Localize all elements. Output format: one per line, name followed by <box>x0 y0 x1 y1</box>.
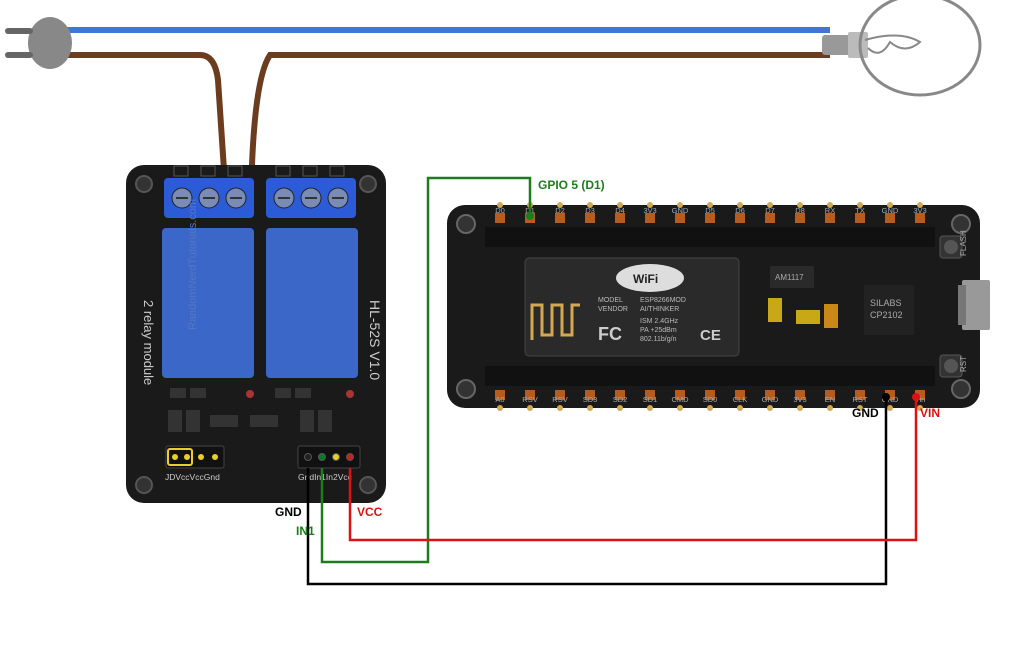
svg-text:SD3: SD3 <box>583 395 598 404</box>
svg-text:3V3: 3V3 <box>793 395 806 404</box>
in1-label: IN1 <box>296 524 315 538</box>
nodemcu-board: WiFi MODEL VENDOR ESP8266MOD AI/THINKER … <box>447 205 990 408</box>
svg-text:ISM 2.4GHz: ISM 2.4GHz <box>640 318 679 325</box>
svg-text:WiFi: WiFi <box>633 272 658 286</box>
svg-text:D4: D4 <box>615 206 625 215</box>
svg-text:FLASH: FLASH <box>959 230 968 256</box>
power-plug-icon <box>5 17 72 69</box>
svg-text:RSV: RSV <box>522 395 537 404</box>
jumper-pins-left <box>166 446 224 468</box>
svg-text:802.11b/g/n: 802.11b/g/n <box>640 336 677 343</box>
svg-text:TX: TX <box>855 206 865 215</box>
relay-title: HL-52S V1.0 <box>367 300 383 380</box>
svg-text:VENDOR: VENDOR <box>598 306 628 313</box>
svg-text:CMD: CMD <box>671 395 689 404</box>
vcc-relay-label: VCC <box>357 505 382 519</box>
wire-gnd <box>308 398 886 584</box>
svg-text:GND: GND <box>882 206 899 215</box>
light-bulb-icon <box>822 0 980 95</box>
svg-text:GND: GND <box>672 206 689 215</box>
svg-text:FC: FC <box>598 324 622 344</box>
svg-text:CE: CE <box>700 327 721 344</box>
svg-text:A0: A0 <box>495 395 504 404</box>
input-pins-right <box>298 446 360 468</box>
jumper-labels: JDVccVccGnd <box>165 472 220 482</box>
svg-text:D8: D8 <box>795 206 805 215</box>
relay-watermark: RandomNerdTutorials.com <box>187 199 199 330</box>
svg-text:3V3: 3V3 <box>643 206 656 215</box>
svg-text:SD2: SD2 <box>613 395 628 404</box>
relay-subtitle: 2 relay module <box>141 300 156 385</box>
nodemcu-top-pins: D0D1D2D3D43V3GNDD5D6D7D8RXTXGND3V3 <box>495 202 927 223</box>
gnd-relay-label: GND <box>275 505 302 519</box>
svg-text:D5: D5 <box>705 206 715 215</box>
pin-header-top <box>485 227 935 247</box>
esp8266-shield: WiFi MODEL VENDOR ESP8266MOD AI/THINKER … <box>525 258 739 356</box>
svg-text:D3: D3 <box>585 206 595 215</box>
svg-text:AI/THINKER: AI/THINKER <box>640 306 679 313</box>
svg-text:AM1117: AM1117 <box>775 273 804 282</box>
svg-text:3V3: 3V3 <box>913 206 926 215</box>
svg-text:PA +25dBm: PA +25dBm <box>640 327 677 334</box>
svg-text:D2: D2 <box>555 206 565 215</box>
svg-text:D7: D7 <box>765 206 775 215</box>
svg-text:SILABS: SILABS <box>870 298 902 308</box>
vin-mcu-label: VIN <box>920 406 940 420</box>
svg-text:RST: RST <box>959 356 968 372</box>
svg-text:RST: RST <box>853 395 868 404</box>
svg-text:RX: RX <box>825 206 835 215</box>
gpio-label: GPIO 5 (D1) <box>538 178 605 192</box>
svg-text:SD0: SD0 <box>703 395 718 404</box>
wire-vcc <box>350 398 916 540</box>
svg-text:CP2102: CP2102 <box>870 310 903 320</box>
svg-text:SD1: SD1 <box>643 395 658 404</box>
svg-text:GND: GND <box>762 395 779 404</box>
svg-text:EN: EN <box>825 395 835 404</box>
relay-module: HL-52S V1.0 2 relay module RandomNerdTut… <box>126 165 386 503</box>
pin-header-bottom <box>485 366 935 386</box>
svg-text:MODEL: MODEL <box>598 297 623 304</box>
pin-labels: GndIn1In2Vcc <box>298 472 353 482</box>
svg-text:D6: D6 <box>735 206 745 215</box>
svg-text:RSV: RSV <box>552 395 567 404</box>
gnd-mcu-label: GND <box>852 406 879 420</box>
svg-text:D0: D0 <box>495 206 505 215</box>
svg-text:CLK: CLK <box>733 395 748 404</box>
svg-text:ESP8266MOD: ESP8266MOD <box>640 297 686 304</box>
